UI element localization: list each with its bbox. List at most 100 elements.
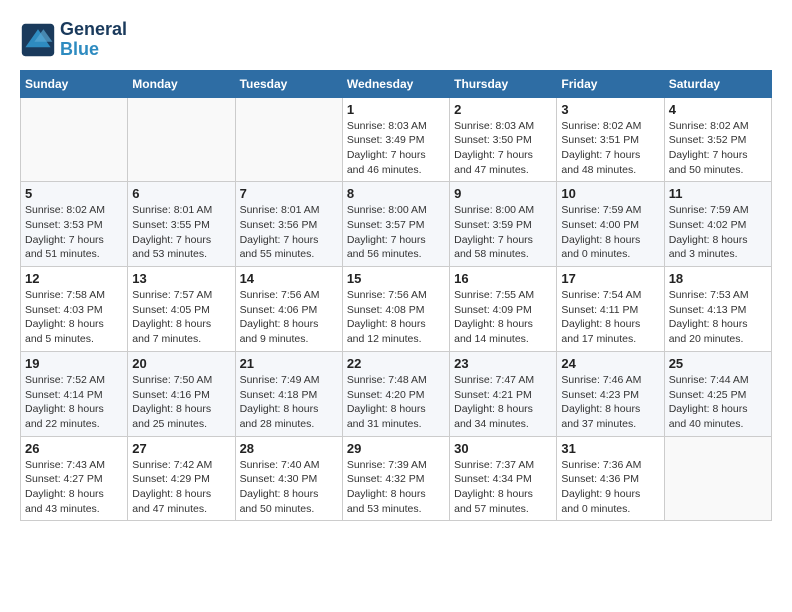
weekday-header: Saturday <box>664 70 771 97</box>
day-number: 21 <box>240 356 338 371</box>
day-number: 27 <box>132 441 230 456</box>
calendar-cell: 30 Sunrise: 7:37 AM Sunset: 4:34 PM Dayli… <box>450 436 557 521</box>
day-info: Sunrise: 8:00 AM Sunset: 3:59 PM Dayligh… <box>454 203 552 262</box>
calendar-cell: 3 Sunrise: 8:02 AM Sunset: 3:51 PM Daylig… <box>557 97 664 182</box>
calendar-cell <box>235 97 342 182</box>
calendar-cell <box>664 436 771 521</box>
day-number: 25 <box>669 356 767 371</box>
calendar-cell: 25 Sunrise: 7:44 AM Sunset: 4:25 PM Dayli… <box>664 351 771 436</box>
day-info: Sunrise: 7:36 AM Sunset: 4:36 PM Dayligh… <box>561 458 659 517</box>
calendar-cell: 1 Sunrise: 8:03 AM Sunset: 3:49 PM Daylig… <box>342 97 449 182</box>
calendar-cell: 6 Sunrise: 8:01 AM Sunset: 3:55 PM Daylig… <box>128 182 235 267</box>
calendar-cell: 15 Sunrise: 7:56 AM Sunset: 4:08 PM Dayli… <box>342 267 449 352</box>
day-info: Sunrise: 7:56 AM Sunset: 4:06 PM Dayligh… <box>240 288 338 347</box>
day-number: 17 <box>561 271 659 286</box>
day-number: 23 <box>454 356 552 371</box>
calendar-cell: 27 Sunrise: 7:42 AM Sunset: 4:29 PM Dayli… <box>128 436 235 521</box>
day-info: Sunrise: 7:53 AM Sunset: 4:13 PM Dayligh… <box>669 288 767 347</box>
day-info: Sunrise: 7:42 AM Sunset: 4:29 PM Dayligh… <box>132 458 230 517</box>
day-number: 29 <box>347 441 445 456</box>
day-info: Sunrise: 8:01 AM Sunset: 3:55 PM Dayligh… <box>132 203 230 262</box>
calendar-cell: 29 Sunrise: 7:39 AM Sunset: 4:32 PM Dayli… <box>342 436 449 521</box>
day-info: Sunrise: 7:49 AM Sunset: 4:18 PM Dayligh… <box>240 373 338 432</box>
calendar-cell: 9Sunrise: 8:00 AM Sunset: 3:59 PM Daylig… <box>450 182 557 267</box>
day-info: Sunrise: 7:55 AM Sunset: 4:09 PM Dayligh… <box>454 288 552 347</box>
day-number: 30 <box>454 441 552 456</box>
weekday-header: Thursday <box>450 70 557 97</box>
day-info: Sunrise: 7:59 AM Sunset: 4:00 PM Dayligh… <box>561 203 659 262</box>
day-info: Sunrise: 8:03 AM Sunset: 3:49 PM Dayligh… <box>347 119 445 178</box>
day-info: Sunrise: 7:39 AM Sunset: 4:32 PM Dayligh… <box>347 458 445 517</box>
calendar-cell: 19Sunrise: 7:52 AM Sunset: 4:14 PM Dayli… <box>21 351 128 436</box>
day-number: 31 <box>561 441 659 456</box>
day-info: Sunrise: 7:40 AM Sunset: 4:30 PM Dayligh… <box>240 458 338 517</box>
day-number: 12 <box>25 271 123 286</box>
day-number: 8 <box>347 186 445 201</box>
calendar-cell: 23Sunrise: 7:47 AM Sunset: 4:21 PM Dayli… <box>450 351 557 436</box>
calendar-week-row: 5Sunrise: 8:02 AM Sunset: 3:53 PM Daylig… <box>21 182 772 267</box>
day-number: 2 <box>454 102 552 117</box>
calendar-cell: 10Sunrise: 7:59 AM Sunset: 4:00 PM Dayli… <box>557 182 664 267</box>
day-info: Sunrise: 7:37 AM Sunset: 4:34 PM Dayligh… <box>454 458 552 517</box>
calendar-cell: 31 Sunrise: 7:36 AM Sunset: 4:36 PM Dayli… <box>557 436 664 521</box>
weekday-header: Wednesday <box>342 70 449 97</box>
calendar-cell: 20Sunrise: 7:50 AM Sunset: 4:16 PM Dayli… <box>128 351 235 436</box>
logo-icon <box>20 22 56 58</box>
calendar-week-row: 1 Sunrise: 8:03 AM Sunset: 3:49 PM Daylig… <box>21 97 772 182</box>
day-number: 22 <box>347 356 445 371</box>
day-number: 11 <box>669 186 767 201</box>
calendar-cell: 22 Sunrise: 7:48 AM Sunset: 4:20 PM Dayli… <box>342 351 449 436</box>
day-info: Sunrise: 7:43 AM Sunset: 4:27 PM Dayligh… <box>25 458 123 517</box>
calendar-cell: 28 Sunrise: 7:40 AM Sunset: 4:30 PM Dayli… <box>235 436 342 521</box>
calendar-cell: 2 Sunrise: 8:03 AM Sunset: 3:50 PM Daylig… <box>450 97 557 182</box>
day-info: Sunrise: 8:00 AM Sunset: 3:57 PM Dayligh… <box>347 203 445 262</box>
calendar-cell: 13Sunrise: 7:57 AM Sunset: 4:05 PM Dayli… <box>128 267 235 352</box>
day-info: Sunrise: 8:02 AM Sunset: 3:52 PM Dayligh… <box>669 119 767 178</box>
day-info: Sunrise: 7:56 AM Sunset: 4:08 PM Dayligh… <box>347 288 445 347</box>
weekday-header: Tuesday <box>235 70 342 97</box>
weekday-header: Friday <box>557 70 664 97</box>
calendar-cell: 16 Sunrise: 7:55 AM Sunset: 4:09 PM Dayli… <box>450 267 557 352</box>
calendar-cell: 7 Sunrise: 8:01 AM Sunset: 3:56 PM Daylig… <box>235 182 342 267</box>
day-number: 16 <box>454 271 552 286</box>
calendar-cell <box>21 97 128 182</box>
day-number: 14 <box>240 271 338 286</box>
weekday-header: Monday <box>128 70 235 97</box>
day-number: 7 <box>240 186 338 201</box>
day-info: Sunrise: 7:48 AM Sunset: 4:20 PM Dayligh… <box>347 373 445 432</box>
day-info: Sunrise: 8:03 AM Sunset: 3:50 PM Dayligh… <box>454 119 552 178</box>
day-number: 3 <box>561 102 659 117</box>
calendar-cell: 5Sunrise: 8:02 AM Sunset: 3:53 PM Daylig… <box>21 182 128 267</box>
logo: General Blue <box>20 20 127 60</box>
day-info: Sunrise: 7:46 AM Sunset: 4:23 PM Dayligh… <box>561 373 659 432</box>
day-number: 6 <box>132 186 230 201</box>
day-info: Sunrise: 8:02 AM Sunset: 3:53 PM Dayligh… <box>25 203 123 262</box>
calendar-cell <box>128 97 235 182</box>
day-number: 28 <box>240 441 338 456</box>
day-number: 19 <box>25 356 123 371</box>
calendar-cell: 12 Sunrise: 7:58 AM Sunset: 4:03 PM Dayli… <box>21 267 128 352</box>
day-number: 4 <box>669 102 767 117</box>
calendar-header-row: SundayMondayTuesdayWednesdayThursdayFrid… <box>21 70 772 97</box>
page-header: General Blue <box>20 20 772 60</box>
day-number: 20 <box>132 356 230 371</box>
day-info: Sunrise: 8:02 AM Sunset: 3:51 PM Dayligh… <box>561 119 659 178</box>
calendar-cell: 24Sunrise: 7:46 AM Sunset: 4:23 PM Dayli… <box>557 351 664 436</box>
day-info: Sunrise: 7:58 AM Sunset: 4:03 PM Dayligh… <box>25 288 123 347</box>
day-number: 1 <box>347 102 445 117</box>
calendar-cell: 4 Sunrise: 8:02 AM Sunset: 3:52 PM Daylig… <box>664 97 771 182</box>
calendar-cell: 26Sunrise: 7:43 AM Sunset: 4:27 PM Dayli… <box>21 436 128 521</box>
calendar-cell: 21 Sunrise: 7:49 AM Sunset: 4:18 PM Dayli… <box>235 351 342 436</box>
calendar-body: 1 Sunrise: 8:03 AM Sunset: 3:49 PM Daylig… <box>21 97 772 521</box>
day-number: 15 <box>347 271 445 286</box>
day-info: Sunrise: 7:59 AM Sunset: 4:02 PM Dayligh… <box>669 203 767 262</box>
calendar-cell: 8 Sunrise: 8:00 AM Sunset: 3:57 PM Daylig… <box>342 182 449 267</box>
calendar-week-row: 26Sunrise: 7:43 AM Sunset: 4:27 PM Dayli… <box>21 436 772 521</box>
day-info: Sunrise: 8:01 AM Sunset: 3:56 PM Dayligh… <box>240 203 338 262</box>
day-info: Sunrise: 7:44 AM Sunset: 4:25 PM Dayligh… <box>669 373 767 432</box>
calendar-cell: 11 Sunrise: 7:59 AM Sunset: 4:02 PM Dayli… <box>664 182 771 267</box>
day-info: Sunrise: 7:57 AM Sunset: 4:05 PM Dayligh… <box>132 288 230 347</box>
logo-text: General Blue <box>60 20 127 60</box>
day-info: Sunrise: 7:54 AM Sunset: 4:11 PM Dayligh… <box>561 288 659 347</box>
day-number: 18 <box>669 271 767 286</box>
